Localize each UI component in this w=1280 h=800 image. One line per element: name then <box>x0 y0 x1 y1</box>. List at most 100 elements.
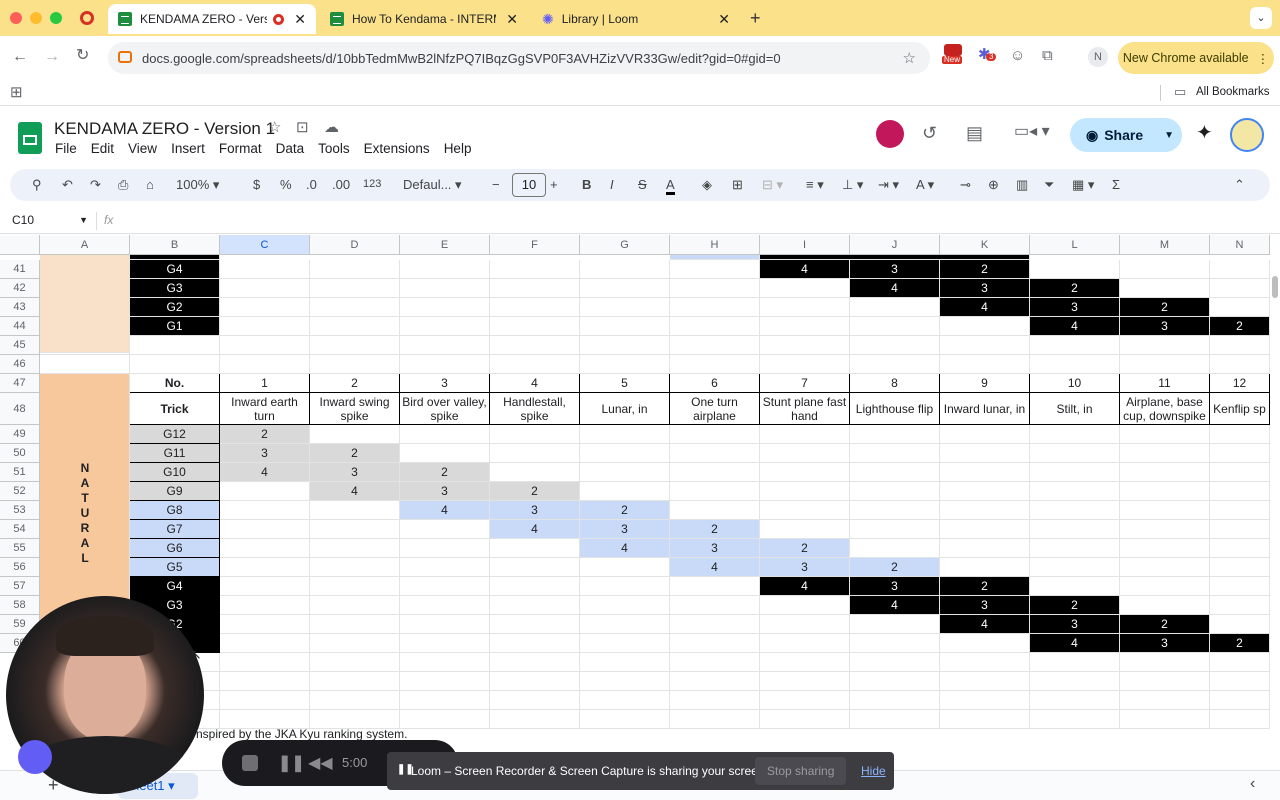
text-wrapping-icon[interactable]: ⇥ ▾ <box>878 177 899 193</box>
scroll-left-icon[interactable]: ‹ <box>1250 775 1255 793</box>
row-header[interactable]: 42 <box>0 279 40 298</box>
grade-cell[interactable] <box>940 634 1030 653</box>
cell-h41[interactable] <box>670 260 760 279</box>
zoom-window-icon[interactable] <box>50 12 62 24</box>
cell-e46[interactable] <box>400 355 490 374</box>
cell-empty[interactable] <box>400 691 490 710</box>
grade-cell[interactable]: 2 <box>400 463 490 482</box>
cell-empty[interactable] <box>400 653 490 672</box>
forward-icon[interactable]: → <box>44 49 60 65</box>
cell-c46[interactable] <box>220 355 310 374</box>
row-header[interactable]: 51 <box>0 463 40 482</box>
grade-cell[interactable] <box>670 501 760 520</box>
row-header[interactable]: 46 <box>0 355 40 374</box>
row-header[interactable]: 56 <box>0 558 40 577</box>
grade-cell[interactable] <box>940 444 1030 463</box>
cell-m42[interactable] <box>1120 279 1210 298</box>
grade-cell[interactable]: 4 <box>310 482 400 501</box>
profile-avatar[interactable]: N <box>1088 47 1108 67</box>
cell-b41[interactable]: G4 <box>130 260 220 279</box>
grade-cell[interactable] <box>1210 520 1270 539</box>
grade-cell[interactable] <box>220 520 310 539</box>
cell-d45[interactable] <box>310 336 400 355</box>
sheets-logo-icon[interactable] <box>18 122 42 154</box>
grade-cell[interactable] <box>310 425 400 444</box>
cell-g46[interactable] <box>580 355 670 374</box>
cell-empty[interactable] <box>1120 710 1210 729</box>
grade-cell[interactable] <box>310 634 400 653</box>
hide-sharing-bar-button[interactable]: Hide <box>861 764 886 778</box>
cell-c42[interactable] <box>220 279 310 298</box>
grade-cell[interactable] <box>760 520 850 539</box>
grade-cell[interactable] <box>580 615 670 634</box>
font-size-input[interactable]: 10 <box>512 173 546 197</box>
grade-cell[interactable] <box>580 482 670 501</box>
cell-n45[interactable] <box>1210 336 1270 355</box>
cell-empty[interactable] <box>490 691 580 710</box>
grade-cell[interactable]: 2 <box>850 558 940 577</box>
grade-cell[interactable]: 2 <box>760 539 850 558</box>
grade-cell[interactable] <box>1120 558 1210 577</box>
font-select[interactable]: Defaul... ▾ <box>403 177 462 193</box>
tab-kendama-zero[interactable]: KENDAMA ZERO - Version 1 ✕ <box>108 4 316 34</box>
back-icon[interactable]: ← <box>12 49 28 65</box>
grade-cell[interactable] <box>670 577 760 596</box>
cell-f44[interactable] <box>490 317 580 336</box>
grade-cell[interactable] <box>490 634 580 653</box>
minimize-window-icon[interactable] <box>30 12 42 24</box>
rewind-button[interactable]: ◀◀ <box>308 753 333 773</box>
menu-insert[interactable]: Insert <box>171 141 205 156</box>
new-tab-icon[interactable]: + <box>750 9 761 27</box>
cell-empty[interactable] <box>940 672 1030 691</box>
grade-cell[interactable] <box>940 501 1030 520</box>
grade-cell[interactable] <box>220 634 310 653</box>
close-tab-icon[interactable]: ✕ <box>718 11 730 28</box>
grade-cell[interactable] <box>220 482 310 501</box>
cell-k42[interactable]: 3 <box>940 279 1030 298</box>
grade-cell[interactable] <box>850 634 940 653</box>
functions-icon[interactable]: Σ <box>1112 177 1120 192</box>
grade-cell[interactable] <box>1030 539 1120 558</box>
cell-h45[interactable] <box>670 336 760 355</box>
grade-cell[interactable] <box>1120 425 1210 444</box>
grade-cell[interactable] <box>760 463 850 482</box>
grade-cell[interactable] <box>580 463 670 482</box>
cell-i45[interactable] <box>760 336 850 355</box>
cell-f41[interactable] <box>490 260 580 279</box>
grade-cell[interactable]: 4 <box>580 539 670 558</box>
grade-cell[interactable]: 4 <box>760 577 850 596</box>
collapse-toolbar-icon[interactable]: ⌃ <box>1234 177 1245 193</box>
cell-empty[interactable] <box>310 672 400 691</box>
grade-cell[interactable] <box>1120 577 1210 596</box>
cell-e41[interactable] <box>400 260 490 279</box>
bold-icon[interactable]: B <box>582 177 591 192</box>
insert-chart-icon[interactable]: ▥ <box>1016 177 1028 193</box>
share-button[interactable]: ◉ Share ▼ <box>1070 118 1182 152</box>
grade-cell[interactable]: 2 <box>1120 615 1210 634</box>
grade-cell[interactable] <box>1210 577 1270 596</box>
cell-empty[interactable] <box>1030 653 1120 672</box>
site-info-icon[interactable] <box>118 51 132 63</box>
grade-cell[interactable]: 2 <box>670 520 760 539</box>
cell-d46[interactable] <box>310 355 400 374</box>
stop-recording-button[interactable] <box>242 755 258 771</box>
grade-cell[interactable] <box>670 482 760 501</box>
cell-e45[interactable] <box>400 336 490 355</box>
grade-cell[interactable] <box>760 444 850 463</box>
cell-g43[interactable] <box>580 298 670 317</box>
grade-cell[interactable] <box>1030 463 1120 482</box>
cell-empty[interactable] <box>220 653 310 672</box>
column-header-l[interactable]: L <box>1030 235 1120 255</box>
bookmark-star-icon[interactable]: ☆ <box>903 49 916 67</box>
grade-cell[interactable] <box>1030 444 1120 463</box>
cell-empty[interactable] <box>490 672 580 691</box>
grade-cell[interactable] <box>1210 558 1270 577</box>
grade-cell[interactable] <box>400 558 490 577</box>
cell-empty[interactable] <box>580 710 670 729</box>
grade-cell[interactable] <box>310 615 400 634</box>
grade-cell[interactable] <box>670 425 760 444</box>
strikethrough-icon[interactable]: S <box>638 177 647 192</box>
comments-icon[interactable]: ▤ <box>966 124 983 142</box>
cell-d44[interactable] <box>310 317 400 336</box>
undo-icon[interactable]: ↶ <box>62 177 73 193</box>
